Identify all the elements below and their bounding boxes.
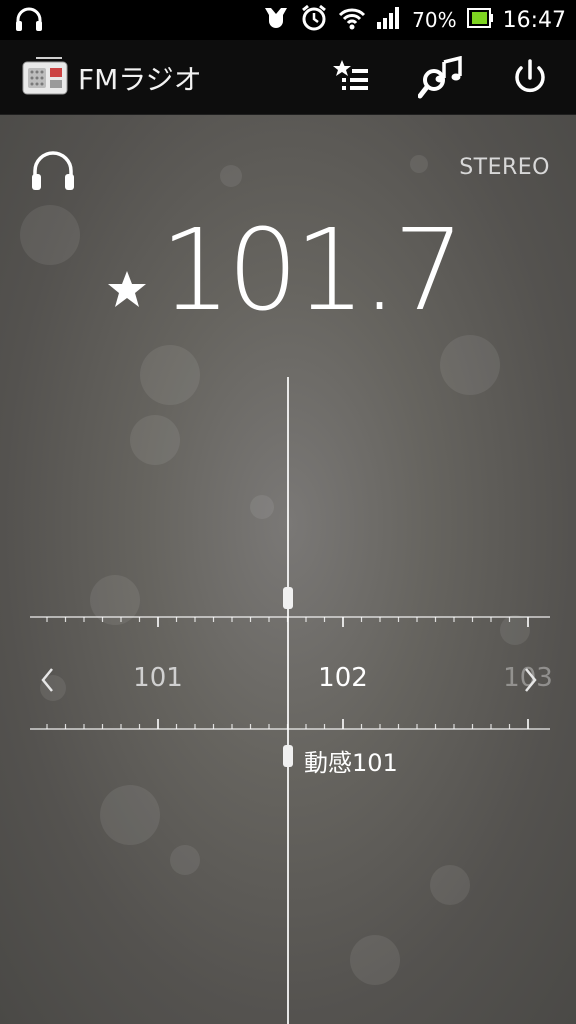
scale-label-101: 101 (133, 663, 183, 693)
bokeh-dot (100, 785, 160, 845)
scale-label-102: 102 (318, 663, 368, 693)
usb-icon (262, 5, 290, 35)
frequency-scale-bottom[interactable] (30, 711, 550, 731)
search-music-icon (417, 55, 462, 99)
power-icon (515, 59, 545, 93)
tune-up-button[interactable] (516, 663, 544, 697)
bokeh-dot (170, 845, 200, 875)
audio-output-button[interactable] (28, 147, 78, 197)
star-icon (108, 271, 146, 307)
search-music-button[interactable] (417, 55, 462, 100)
bokeh-dot (220, 165, 242, 187)
stereo-indicator: STEREO (459, 155, 550, 180)
bokeh-dot (140, 345, 200, 405)
bokeh-dot (20, 205, 80, 265)
app-title: FMラジオ (78, 63, 202, 96)
favorites-list-icon (333, 60, 368, 90)
bokeh-dot (130, 415, 180, 465)
favorites-list-button[interactable] (330, 56, 374, 100)
tuning-needle (287, 377, 289, 1024)
power-button[interactable] (508, 56, 552, 100)
bokeh-dot (250, 495, 274, 519)
tuning-handle-bottom[interactable] (283, 745, 293, 767)
favorite-button[interactable] (106, 269, 148, 309)
headphones-status-icon (14, 6, 44, 36)
battery-icon (466, 7, 493, 33)
action-bar: FMラジオ (0, 40, 576, 115)
status-bar: 70% 16:47 (0, 0, 576, 40)
bokeh-dot (410, 155, 428, 173)
frequency-scale-top[interactable] (30, 615, 550, 635)
bokeh-dot (430, 865, 470, 905)
tuner-panel: STEREO 101.7 101 102 103 動感101 (0, 115, 576, 1024)
battery-percent: 70% (412, 8, 457, 32)
alarm-icon (300, 4, 328, 36)
chevron-left-icon (41, 668, 53, 692)
bokeh-dot (440, 335, 500, 395)
bokeh-dot (350, 935, 400, 985)
signal-icon (376, 6, 402, 34)
frequency-display: 101.7 (160, 206, 465, 336)
headphones-icon (32, 151, 74, 190)
clock: 16:47 (502, 7, 566, 33)
station-name: 動感101 (304, 749, 398, 777)
chevron-right-icon (525, 668, 537, 692)
tuning-handle-top[interactable] (283, 587, 293, 609)
tune-down-button[interactable] (34, 663, 62, 697)
radio-app-icon (22, 56, 68, 96)
wifi-icon (338, 6, 366, 34)
